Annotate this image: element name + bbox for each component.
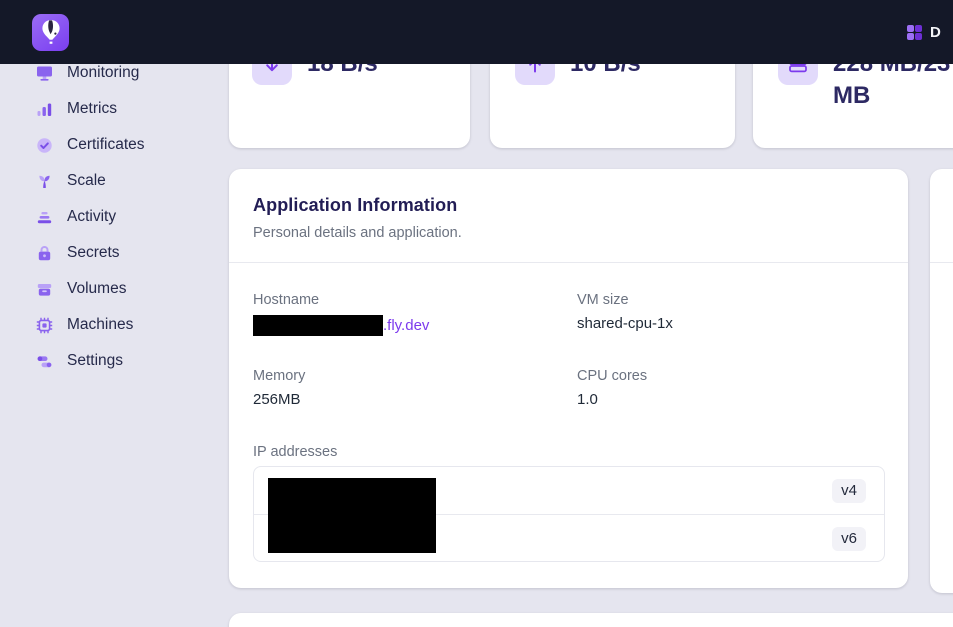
card-subtitle: Personal details and application. bbox=[253, 225, 884, 241]
bar-chart-icon bbox=[36, 101, 53, 118]
hostname-label: Hostname bbox=[253, 292, 429, 308]
sidebar-item-label: Certificates bbox=[67, 136, 145, 154]
hostname-redacted-value bbox=[253, 315, 383, 336]
cpu-cores-field: CPU cores 1.0 bbox=[577, 368, 647, 408]
bottom-partial-card bbox=[229, 613, 953, 627]
cpu-cores-value: 1.0 bbox=[577, 391, 647, 408]
hostname-field: Hostname .fly.dev bbox=[253, 292, 429, 336]
memory-value: 256MB bbox=[253, 391, 305, 408]
hostname-value: .fly.dev bbox=[253, 315, 429, 336]
ip-addresses-field: IP addresses bbox=[253, 444, 337, 460]
top-navbar: D bbox=[0, 0, 953, 64]
navbar-right-group: D bbox=[907, 24, 941, 41]
memory-label: Memory bbox=[253, 368, 305, 384]
navbar-right-label[interactable]: D bbox=[930, 24, 941, 41]
card-title: Application Information bbox=[253, 195, 884, 216]
cpu-cores-label: CPU cores bbox=[577, 368, 647, 384]
grid-square bbox=[915, 25, 922, 32]
card-header-divider bbox=[229, 262, 908, 263]
apps-grid-icon[interactable] bbox=[907, 25, 922, 40]
fly-balloon-logo-icon bbox=[39, 19, 63, 45]
sidebar-item-scale[interactable]: Scale bbox=[36, 170, 106, 192]
layers-icon bbox=[36, 209, 53, 226]
sidebar-item-secrets[interactable]: Secrets bbox=[36, 242, 120, 264]
ip-addresses-list: v4 v6 bbox=[253, 466, 885, 562]
memory-field: Memory 256MB bbox=[253, 368, 305, 408]
vm-size-value: shared-cpu-1x bbox=[577, 315, 673, 332]
archive-box-icon bbox=[36, 281, 53, 298]
sidebar-item-label: Monitoring bbox=[67, 64, 139, 82]
sidebar-item-label: Machines bbox=[67, 316, 133, 334]
sidebar-item-settings[interactable]: Settings bbox=[36, 350, 123, 372]
sidebar-item-metrics[interactable]: Metrics bbox=[36, 98, 117, 120]
application-information-card: Application Information Personal details… bbox=[229, 169, 908, 588]
vm-size-field: VM size shared-cpu-1x bbox=[577, 292, 673, 332]
sidebar-item-monitoring[interactable]: Monitoring bbox=[36, 62, 139, 84]
application-information-header: Application Information Personal details… bbox=[229, 169, 908, 241]
sidebar-item-label: Scale bbox=[67, 172, 106, 190]
ip-addresses-label: IP addresses bbox=[253, 444, 337, 460]
sidebar-item-label: Settings bbox=[67, 352, 123, 370]
check-badge-icon bbox=[36, 137, 53, 154]
sidebar-item-machines[interactable]: Machines bbox=[36, 314, 133, 336]
sidebar-item-activity[interactable]: Activity bbox=[36, 206, 116, 228]
sidebar-item-label: Secrets bbox=[67, 244, 120, 262]
chip-icon bbox=[36, 317, 53, 334]
sprout-icon bbox=[36, 173, 53, 190]
ip-version-badge: v6 bbox=[832, 527, 866, 551]
monitor-icon bbox=[36, 65, 53, 82]
right-partial-card bbox=[930, 169, 953, 593]
ip-version-badge: v4 bbox=[832, 479, 866, 503]
grid-square bbox=[907, 25, 914, 32]
sidebar-item-label: Metrics bbox=[67, 100, 117, 118]
stat-value-line2: MB bbox=[833, 80, 950, 112]
right-card-divider bbox=[930, 262, 953, 263]
vm-size-label: VM size bbox=[577, 292, 673, 308]
grid-square bbox=[915, 33, 922, 40]
fly-logo-button[interactable] bbox=[32, 14, 69, 51]
sidebar-item-certificates[interactable]: Certificates bbox=[36, 134, 145, 156]
ip-redacted-values bbox=[268, 478, 436, 553]
lock-icon bbox=[36, 245, 53, 262]
sidebar-item-label: Volumes bbox=[67, 280, 126, 298]
hostname-domain-link[interactable]: .fly.dev bbox=[383, 317, 429, 334]
sidebar-item-volumes[interactable]: Volumes bbox=[36, 278, 126, 300]
toggles-icon bbox=[36, 353, 53, 370]
sidebar-item-label: Activity bbox=[67, 208, 116, 226]
grid-square bbox=[907, 33, 914, 40]
